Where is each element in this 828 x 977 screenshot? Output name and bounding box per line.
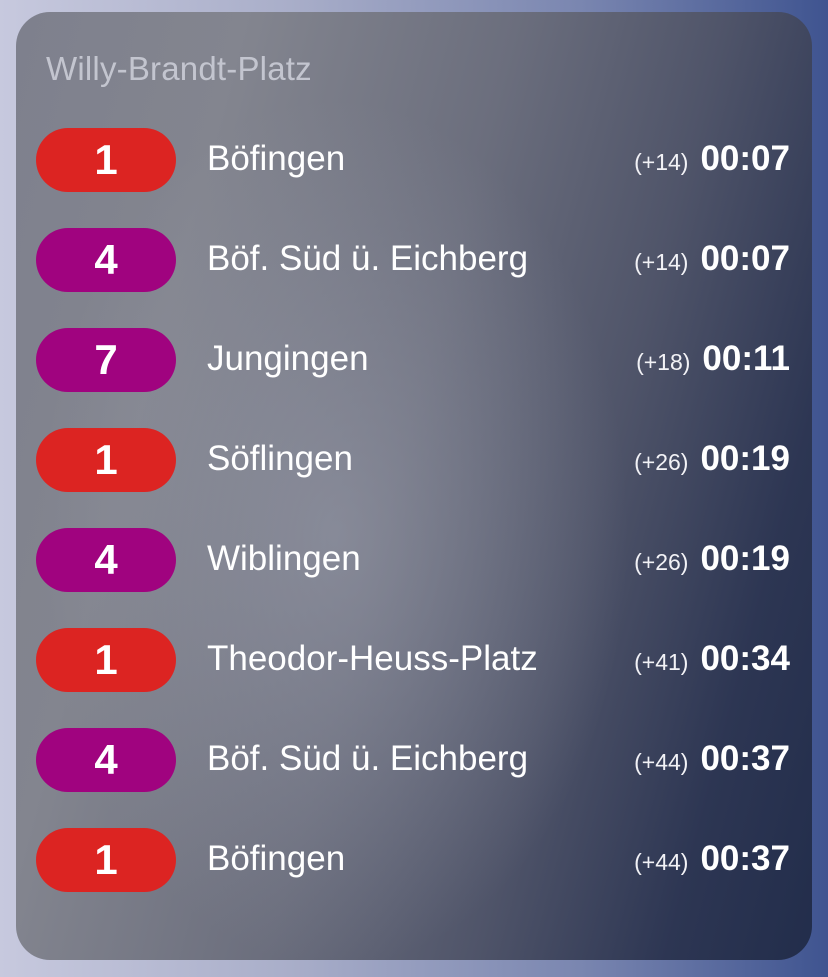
line-badge: 4 — [36, 528, 176, 592]
delay-minutes: (+14) — [634, 149, 689, 175]
departure-times: (+26) 00:19 — [634, 539, 790, 579]
destination-label: Böf. Süd ü. Eichberg — [207, 239, 529, 278]
departure-row[interactable]: 4 Böf. Süd ü. Eichberg (+14) 00:07 — [16, 227, 812, 327]
destination-label: Jungingen — [207, 339, 369, 378]
destination-label: Böfingen — [207, 139, 346, 178]
delay-minutes: (+44) — [634, 749, 689, 775]
line-badge: 4 — [36, 728, 176, 792]
delay-minutes: (+26) — [634, 549, 689, 575]
departure-time: 00:19 — [700, 539, 790, 578]
line-badge: 1 — [36, 828, 176, 892]
station-name: Willy-Brandt-Platz — [46, 50, 312, 87]
departure-times: (+41) 00:34 — [634, 639, 790, 679]
departure-time: 00:19 — [700, 439, 790, 478]
departure-row[interactable]: 7 Jungingen (+18) 00:11 — [16, 327, 812, 427]
departure-time: 00:07 — [700, 139, 790, 178]
departure-row[interactable]: 4 Wiblingen (+26) 00:19 — [16, 527, 812, 627]
departure-time: 00:11 — [702, 339, 790, 378]
departure-times: (+14) 00:07 — [634, 239, 790, 279]
departure-time: 00:37 — [700, 739, 790, 778]
destination-label: Theodor-Heuss-Platz — [207, 639, 538, 678]
departure-times: (+26) 00:19 — [634, 439, 790, 479]
delay-minutes: (+41) — [634, 649, 689, 675]
line-badge: 4 — [36, 228, 176, 292]
destination-label: Wiblingen — [207, 539, 361, 578]
delay-minutes: (+18) — [636, 349, 691, 375]
departure-row[interactable]: 1 Böfingen (+14) 00:07 — [16, 127, 812, 227]
departure-time: 00:37 — [700, 839, 790, 878]
departure-time: 00:34 — [700, 639, 790, 678]
departure-list: 1 Böfingen (+14) 00:07 4 Böf. Süd ü. Eic… — [16, 127, 812, 927]
destination-label: Böf. Süd ü. Eichberg — [207, 739, 529, 778]
departure-row[interactable]: 4 Böf. Süd ü. Eichberg (+44) 00:37 — [16, 727, 812, 827]
departure-time: 00:07 — [700, 239, 790, 278]
departure-times: (+44) 00:37 — [634, 739, 790, 779]
departure-row[interactable]: 1 Theodor-Heuss-Platz (+41) 00:34 — [16, 627, 812, 727]
delay-minutes: (+44) — [634, 849, 689, 875]
departure-times: (+14) 00:07 — [634, 139, 790, 179]
destination-label: Söflingen — [207, 439, 353, 478]
departure-row[interactable]: 1 Söflingen (+26) 00:19 — [16, 427, 812, 527]
line-badge: 1 — [36, 628, 176, 692]
departure-times: (+18) 00:11 — [636, 339, 790, 379]
departure-times: (+44) 00:37 — [634, 839, 790, 879]
destination-label: Böfingen — [207, 839, 346, 878]
line-badge: 7 — [36, 328, 176, 392]
line-badge: 1 — [36, 428, 176, 492]
departure-board-widget[interactable]: Willy-Brandt-Platz 1 Böfingen (+14) 00:0… — [16, 12, 812, 960]
delay-minutes: (+26) — [634, 449, 689, 475]
line-badge: 1 — [36, 128, 176, 192]
delay-minutes: (+14) — [634, 249, 689, 275]
departure-row[interactable]: 1 Böfingen (+44) 00:37 — [16, 827, 812, 927]
